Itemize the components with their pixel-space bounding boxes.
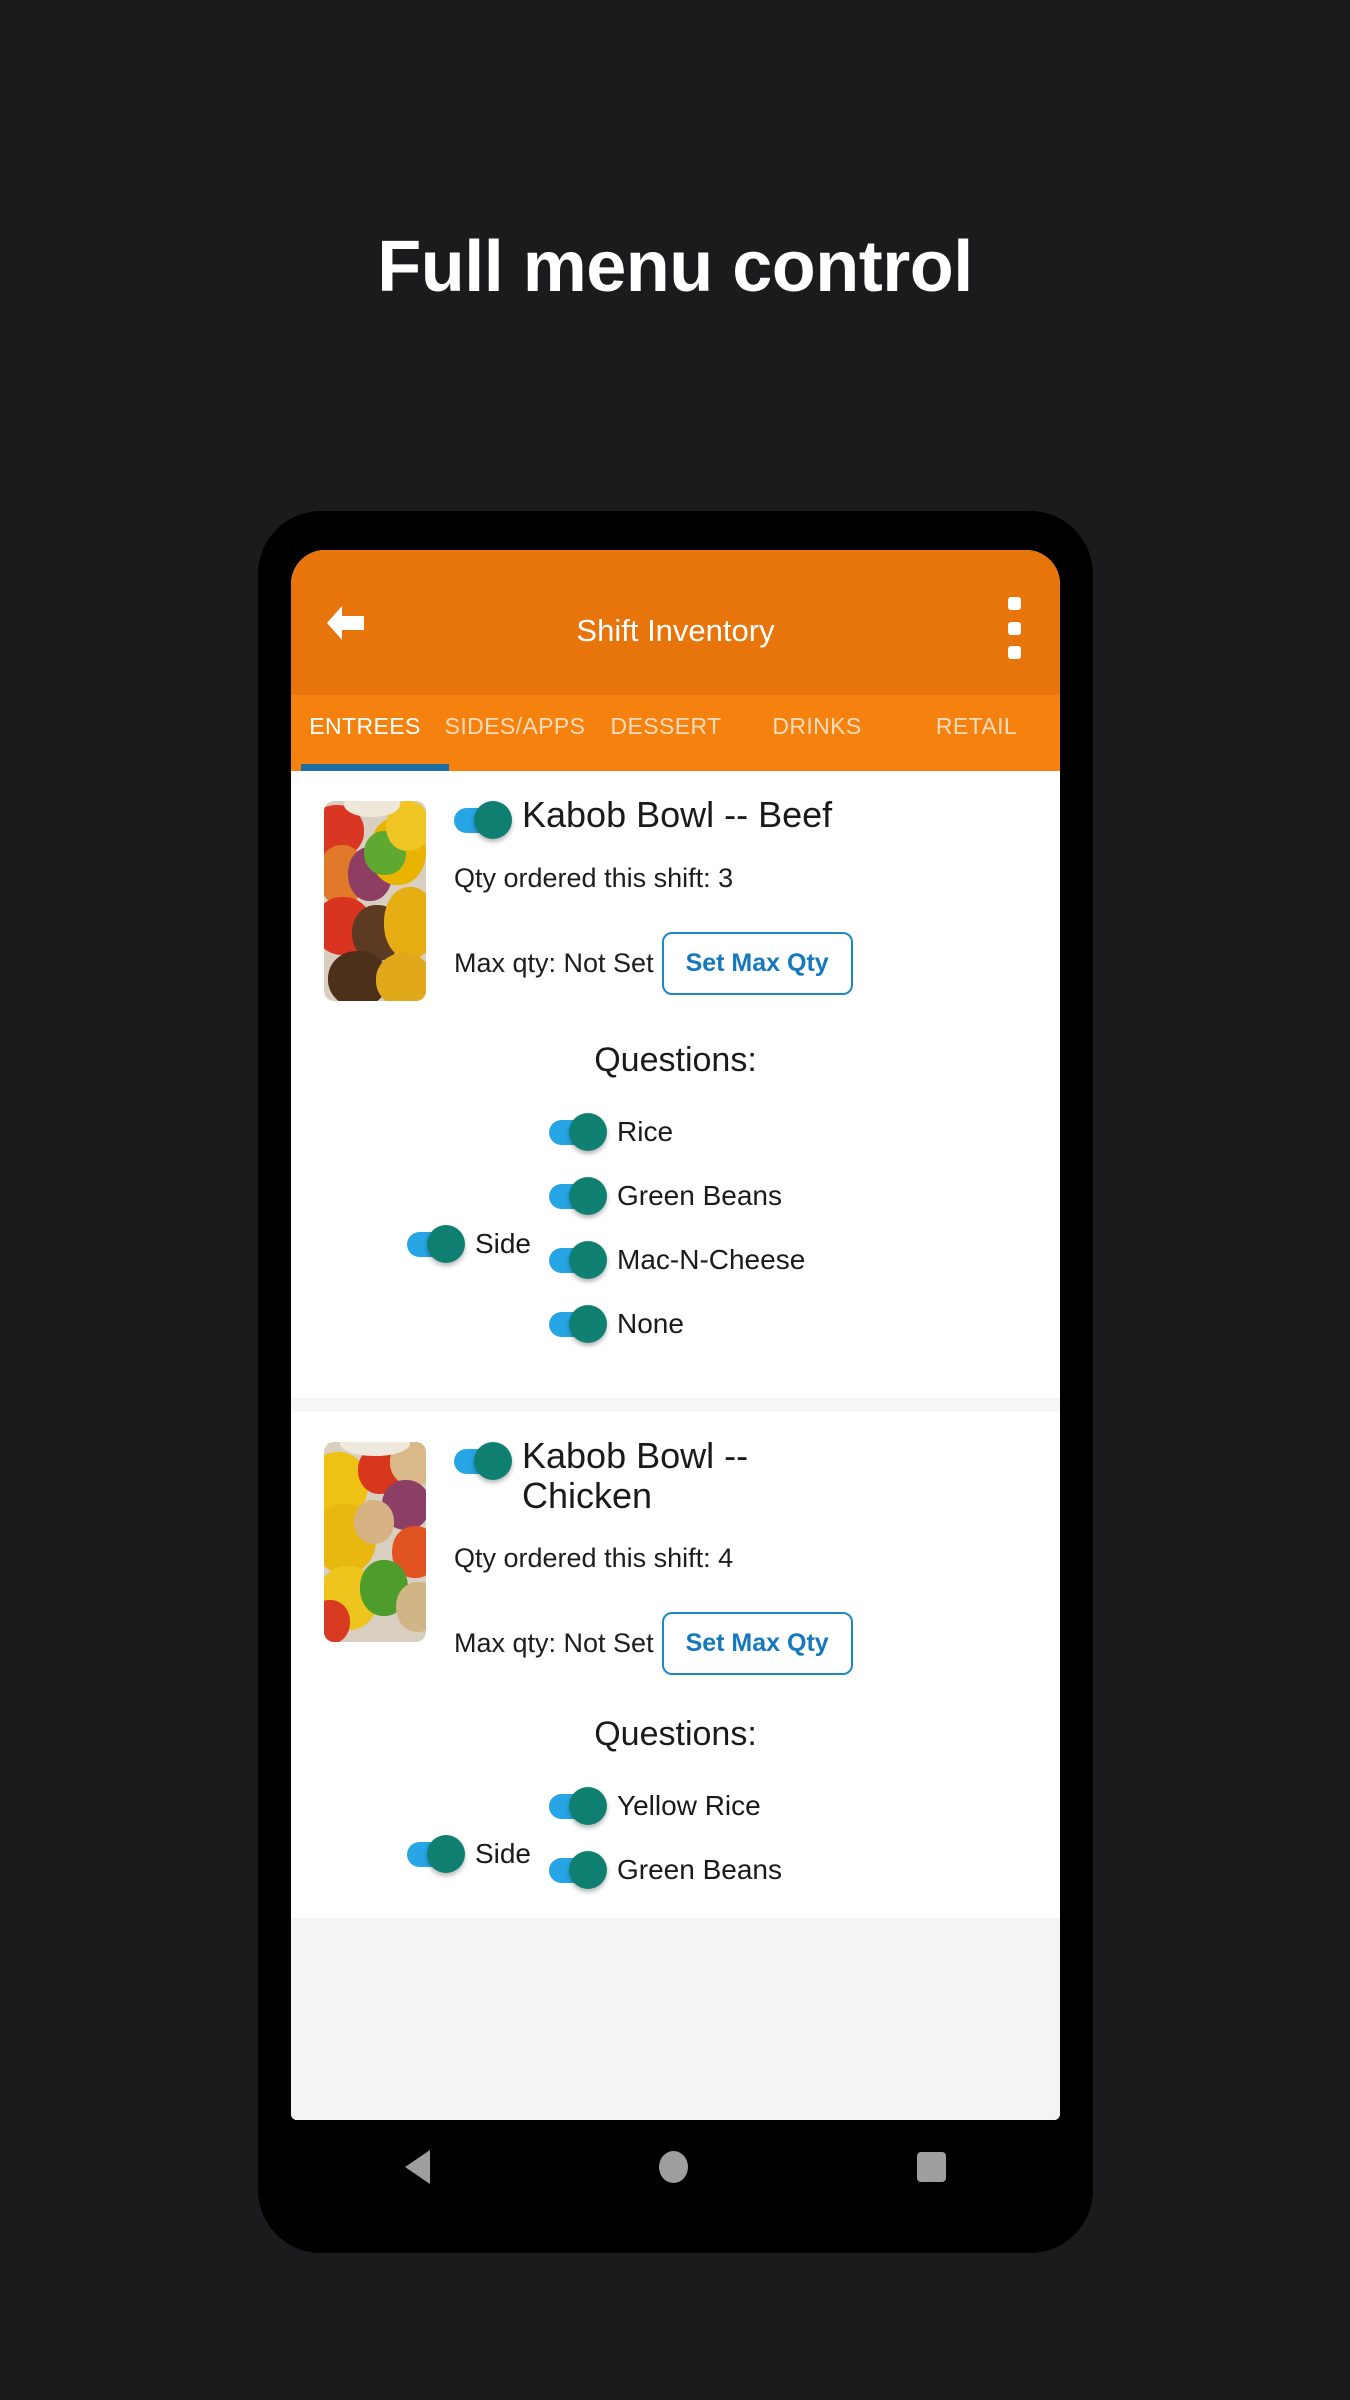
question-toggle-side[interactable]: Side bbox=[406, 1790, 531, 1918]
questions-heading: Questions: bbox=[594, 1041, 757, 1079]
item-max-qty-value: Max qty: Not Set bbox=[454, 1627, 654, 1658]
inventory-list[interactable]: Kabob Bowl -- Beef Qty ordered this shif… bbox=[291, 771, 1060, 2120]
toggle-switch-icon bbox=[549, 1850, 607, 1889]
item-details: Kabob Bowl -- Chicken Qty ordered this s… bbox=[426, 1435, 1060, 1675]
set-max-qty-button[interactable]: Set Max Qty bbox=[661, 1611, 853, 1675]
toggle-switch-icon bbox=[549, 1113, 607, 1151]
toggle-switch-icon bbox=[406, 1834, 465, 1873]
set-max-qty-button[interactable]: Set Max Qty bbox=[661, 932, 853, 995]
option-label: None bbox=[617, 1308, 684, 1339]
item-max-qty-row: Max qty: Not Set Set Max Qty bbox=[454, 1611, 1036, 1675]
more-vert-icon[interactable] bbox=[1000, 597, 1028, 659]
item-qty-ordered: Qty ordered this shift: 3 bbox=[454, 863, 734, 893]
item-details: Kabob Bowl -- Beef Qty ordered this shif… bbox=[426, 794, 1060, 1001]
questions-body: Side Yellow Rice Green Beans bbox=[291, 1754, 1060, 1918]
toggle-switch-icon bbox=[454, 1442, 512, 1480]
card-separator bbox=[291, 1398, 1060, 1412]
nav-home-icon[interactable] bbox=[658, 2151, 688, 2183]
android-navbar bbox=[291, 2120, 1060, 2214]
questions-body: Side Rice Green Beans Mac-N-Cheese None bbox=[291, 1080, 1060, 1372]
toolbar-title: Shift Inventory bbox=[576, 612, 775, 648]
option-row: Green Beans bbox=[549, 1177, 1060, 1215]
toggle-switch-icon bbox=[406, 1225, 465, 1263]
page-title: Full menu control bbox=[377, 227, 973, 307]
tab-entrees[interactable]: ENTREES bbox=[291, 709, 439, 740]
option-toggle-rice[interactable]: Rice bbox=[549, 1113, 674, 1151]
option-label: Mac-N-Cheese bbox=[617, 1244, 806, 1275]
item-header: Kabob Bowl -- Chicken Qty ordered this s… bbox=[291, 1412, 1060, 1675]
option-row: Mac-N-Cheese bbox=[549, 1241, 1060, 1279]
item-name: Kabob Bowl -- Beef bbox=[522, 794, 833, 835]
item-enable-toggle[interactable] bbox=[454, 1442, 512, 1480]
phone-frame: Shift Inventory ENTREES SIDES/APPS DESSE… bbox=[259, 512, 1092, 2252]
food-photo-beef bbox=[324, 801, 426, 1001]
question-group: Side bbox=[291, 1116, 549, 1372]
nav-back-icon[interactable] bbox=[405, 2150, 431, 2184]
tab-drinks[interactable]: DRINKS bbox=[741, 709, 893, 740]
option-row: Rice bbox=[549, 1113, 1060, 1151]
option-row: Yellow Rice bbox=[549, 1786, 1060, 1825]
food-photo-chicken bbox=[324, 1442, 426, 1642]
toggle-switch-icon bbox=[549, 1177, 607, 1215]
item-header: Kabob Bowl -- Beef Qty ordered this shif… bbox=[291, 771, 1060, 1001]
question-options: Rice Green Beans Mac-N-Cheese None bbox=[549, 1113, 1060, 1372]
tab-retail[interactable]: RETAIL bbox=[893, 709, 1060, 740]
nav-recents-icon[interactable] bbox=[916, 2152, 946, 2182]
option-row: None bbox=[549, 1305, 1060, 1343]
tab-active-indicator bbox=[301, 764, 449, 771]
app-toolbar: Shift Inventory bbox=[291, 550, 1060, 695]
toggle-switch-icon bbox=[454, 801, 512, 839]
item-max-qty-row: Max qty: Not Set Set Max Qty bbox=[454, 932, 1036, 995]
item-thumbnail bbox=[324, 801, 426, 1001]
toggle-switch-icon bbox=[549, 1786, 607, 1825]
option-toggle-none[interactable]: None bbox=[549, 1305, 684, 1343]
toggle-switch-icon bbox=[549, 1305, 607, 1343]
toggle-switch-icon bbox=[549, 1241, 607, 1279]
category-tabbar: ENTREES SIDES/APPS DESSERT DRINKS RETAIL bbox=[291, 695, 1060, 771]
question-group: Side bbox=[291, 1790, 549, 1918]
tab-sides-apps[interactable]: SIDES/APPS bbox=[439, 709, 591, 740]
item-name: Kabob Bowl -- Chicken bbox=[522, 1435, 749, 1517]
question-label: Side bbox=[474, 1837, 531, 1869]
questions-heading: Questions: bbox=[594, 1714, 757, 1753]
option-row: Green Beans bbox=[549, 1850, 1060, 1889]
question-label: Side bbox=[474, 1228, 531, 1259]
item-enable-toggle[interactable] bbox=[454, 801, 512, 839]
option-toggle-green-beans[interactable]: Green Beans bbox=[549, 1850, 782, 1889]
option-label: Green Beans bbox=[617, 1180, 782, 1211]
inventory-item-card: Kabob Bowl -- Chicken Qty ordered this s… bbox=[291, 1412, 1060, 1918]
back-arrow-icon[interactable] bbox=[321, 600, 369, 646]
item-max-qty-value: Max qty: Not Set bbox=[454, 948, 654, 978]
option-label: Green Beans bbox=[617, 1853, 782, 1885]
item-thumbnail bbox=[324, 1442, 426, 1642]
option-toggle-yellow-rice[interactable]: Yellow Rice bbox=[549, 1786, 761, 1825]
item-title-row: Kabob Bowl -- Beef bbox=[454, 794, 1036, 839]
inventory-item-card: Kabob Bowl -- Beef Qty ordered this shif… bbox=[291, 771, 1060, 1398]
phone-screen: Shift Inventory ENTREES SIDES/APPS DESSE… bbox=[291, 550, 1060, 2120]
option-label: Yellow Rice bbox=[617, 1789, 761, 1821]
option-toggle-green-beans[interactable]: Green Beans bbox=[549, 1177, 782, 1215]
option-label: Rice bbox=[617, 1116, 674, 1147]
question-options: Yellow Rice Green Beans bbox=[549, 1786, 1060, 1918]
item-title-row: Kabob Bowl -- Chicken bbox=[454, 1435, 1036, 1517]
item-qty-ordered: Qty ordered this shift: 4 bbox=[454, 1542, 734, 1573]
question-toggle-side[interactable]: Side bbox=[406, 1116, 531, 1372]
option-toggle-mac-n-cheese[interactable]: Mac-N-Cheese bbox=[549, 1241, 806, 1279]
tab-dessert[interactable]: DESSERT bbox=[591, 709, 741, 740]
